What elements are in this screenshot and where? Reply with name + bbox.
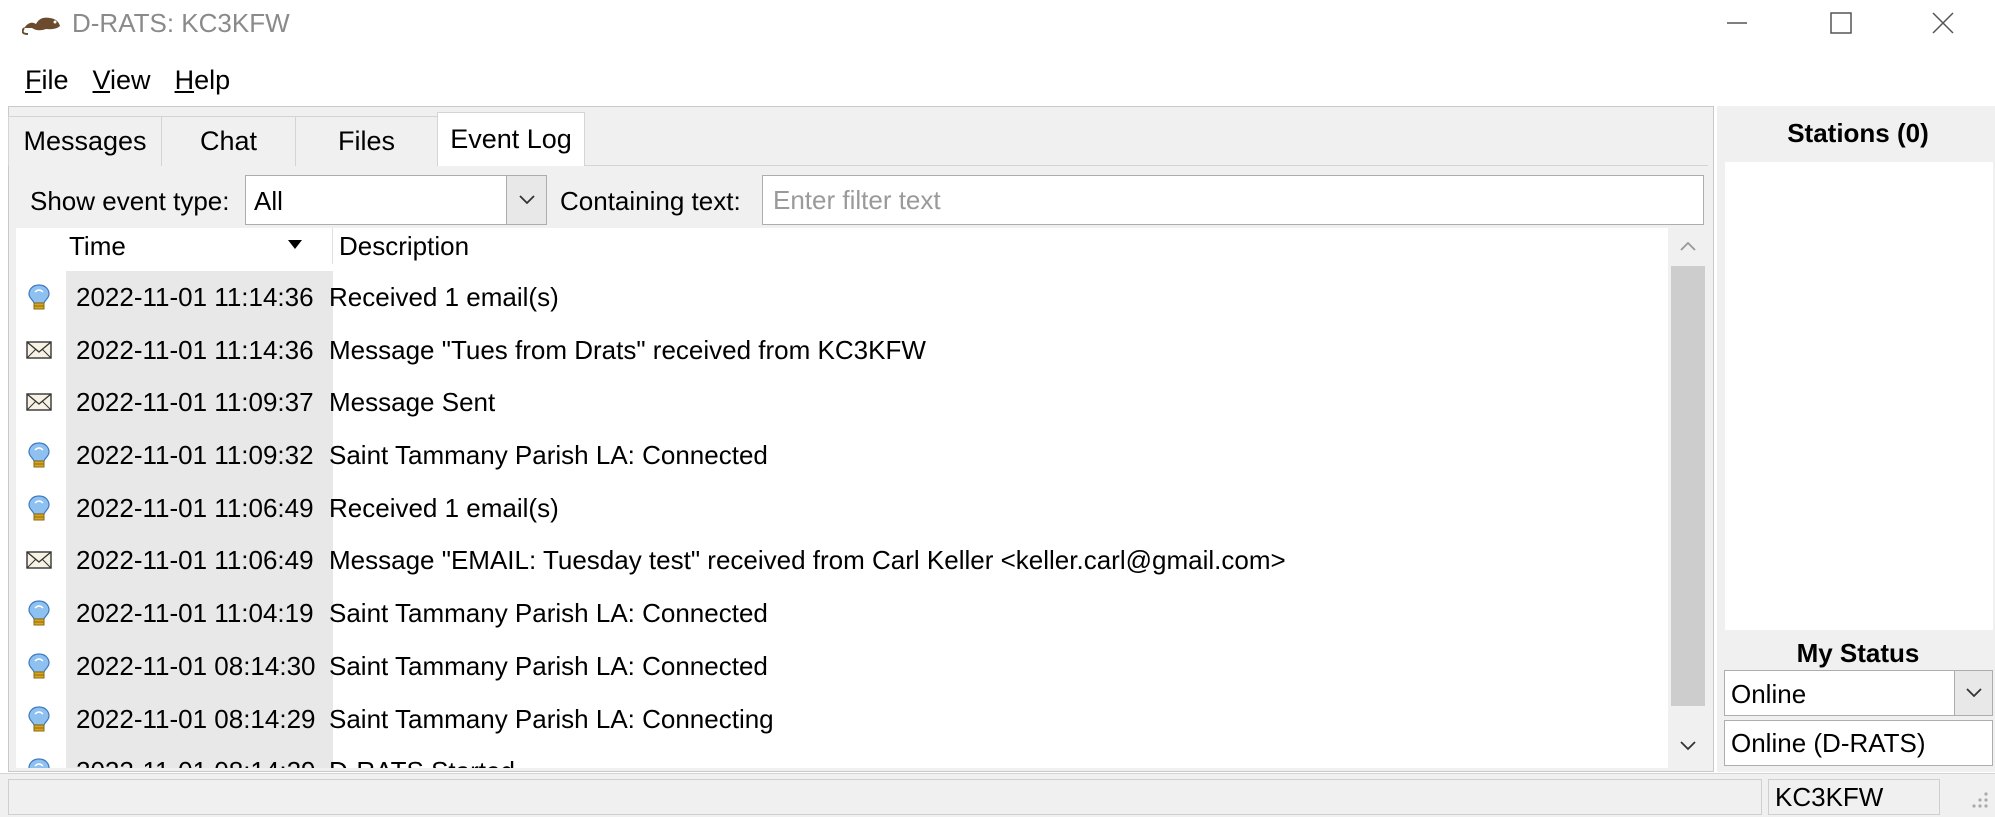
lightbulb-icon bbox=[26, 283, 52, 311]
status-message-input[interactable] bbox=[1724, 720, 1993, 766]
table-row[interactable]: 2022-11-01 11:04:19 Saint Tammany Parish … bbox=[16, 587, 1668, 640]
menu-file-accel: F bbox=[25, 65, 42, 95]
tab-files[interactable]: Files bbox=[295, 116, 438, 166]
event-type-value: All bbox=[254, 186, 283, 216]
event-type-select[interactable]: All bbox=[245, 175, 547, 225]
event-time: 2022-11-01 08:14:30 bbox=[66, 639, 333, 693]
rat-icon bbox=[22, 17, 60, 35]
event-rows: 2022-11-01 11:14:36 Received 1 email(s) 20… bbox=[16, 271, 1668, 768]
envelope-icon bbox=[26, 546, 52, 574]
title-bar: D-RATS: KC3KFW bbox=[0, 0, 1995, 48]
column-header-time-label: Time bbox=[69, 231, 126, 261]
menu-help[interactable]: Help bbox=[163, 60, 243, 100]
tab-files-label: Files bbox=[337, 126, 395, 156]
maximize-icon bbox=[1830, 12, 1852, 34]
window-title: D-RATS: KC3KFW bbox=[72, 8, 290, 38]
table-row[interactable]: 2022-11-01 11:06:49 Received 1 email(s) bbox=[16, 481, 1668, 535]
envelope-icon bbox=[26, 388, 52, 416]
event-description: Message "EMAIL: Tuesday test" received f… bbox=[329, 545, 1286, 576]
event-type-dropdown-button[interactable] bbox=[506, 176, 546, 224]
vertical-scrollbar[interactable] bbox=[1668, 228, 1708, 768]
column-header-description-label: Description bbox=[339, 231, 470, 261]
event-time: 2022-11-01 11:06:49 bbox=[66, 534, 333, 588]
scroll-up-button[interactable] bbox=[1668, 228, 1708, 264]
event-time: 2022-11-01 11:09:32 bbox=[66, 429, 333, 482]
menu-help-label: elp bbox=[194, 65, 231, 95]
lightbulb-icon bbox=[26, 494, 52, 522]
table-row[interactable]: 2022-11-01 08:14:29D-RATS Started bbox=[16, 745, 1668, 768]
maximize-button[interactable] bbox=[1810, 0, 1872, 46]
event-log-table: Time Description 2022-11-01 11:14:36 Rece… bbox=[16, 228, 1668, 768]
event-time: 2022-11-01 08:14:29 bbox=[66, 692, 333, 746]
chevron-down-icon bbox=[518, 195, 535, 205]
table-row[interactable]: 2022-11-01 08:14:29 Saint Tammany Parish … bbox=[16, 692, 1668, 746]
close-icon bbox=[1932, 12, 1954, 34]
event-description: Saint Tammany Parish LA: Connected bbox=[329, 650, 768, 681]
event-description: Received 1 email(s) bbox=[329, 282, 559, 312]
lightbulb-icon bbox=[26, 705, 52, 733]
event-type-label: Show event type: bbox=[30, 186, 230, 216]
chevron-up-icon bbox=[1680, 241, 1696, 251]
event-description: Saint Tammany Parish LA: Connected bbox=[329, 440, 768, 471]
event-description: Saint Tammany Parish LA: Connected bbox=[329, 598, 768, 629]
lightbulb-icon bbox=[26, 441, 52, 469]
table-row[interactable]: 2022-11-01 08:14:30 Saint Tammany Parish … bbox=[16, 639, 1668, 693]
status-bar-callsign: KC3KFW bbox=[1768, 779, 1940, 815]
event-description: Message Sent bbox=[329, 387, 496, 418]
event-time: 2022-11-01 11:14:36 bbox=[66, 271, 333, 324]
containing-text-label: Containing text: bbox=[560, 186, 741, 216]
event-description: Message "Tues from Drats" received from … bbox=[329, 334, 926, 365]
event-description: D-RATS Started bbox=[329, 745, 515, 768]
chevron-down-icon bbox=[1680, 741, 1696, 751]
menu-help-accel: H bbox=[174, 65, 195, 95]
column-header-description[interactable]: Description bbox=[334, 228, 1664, 264]
tab-strip: Messages Chat Files Event Log bbox=[8, 112, 585, 166]
lightbulb-icon bbox=[26, 757, 52, 768]
tab-messages[interactable]: Messages bbox=[8, 116, 162, 166]
menu-file-label: ile bbox=[41, 65, 69, 95]
table-row[interactable]: 2022-11-01 11:14:36 Received 1 email(s) bbox=[16, 271, 1668, 324]
event-time: 2022-11-01 11:09:37 bbox=[66, 376, 333, 430]
event-time: 2022-11-01 11:06:49 bbox=[66, 481, 333, 535]
tab-event-log-label: Event Log bbox=[450, 124, 572, 154]
lightbulb-icon bbox=[26, 599, 52, 627]
chevron-down-icon bbox=[1965, 688, 1982, 698]
scroll-down-button[interactable] bbox=[1668, 728, 1708, 764]
minimize-button[interactable] bbox=[1706, 0, 1768, 46]
menu-bar: File View Help bbox=[0, 60, 242, 100]
my-status-value: Online bbox=[1731, 679, 1807, 709]
lightbulb-icon bbox=[26, 652, 52, 680]
event-time: 2022-11-01 08:14:29 bbox=[66, 745, 333, 768]
menu-file[interactable]: File bbox=[13, 60, 81, 100]
minimize-icon bbox=[1727, 22, 1747, 24]
table-row[interactable]: 2022-11-01 11:14:36 Message "Tues from Dr… bbox=[16, 323, 1668, 377]
stations-list[interactable] bbox=[1725, 162, 1993, 630]
envelope-icon bbox=[26, 336, 52, 364]
menu-view-accel: V bbox=[92, 65, 111, 95]
event-time: 2022-11-01 11:14:36 bbox=[66, 323, 333, 377]
menu-view-label: iew bbox=[110, 65, 151, 95]
status-bar: KC3KFW bbox=[0, 773, 1995, 817]
event-description: Saint Tammany Parish LA: Connecting bbox=[329, 703, 774, 734]
tab-event-log[interactable]: Event Log bbox=[437, 112, 585, 166]
my-status-dropdown-button[interactable] bbox=[1954, 671, 1992, 715]
tab-chat-label: Chat bbox=[199, 126, 258, 156]
menu-view[interactable]: View bbox=[81, 60, 163, 100]
table-row[interactable]: 2022-11-01 11:09:37 Message Sent bbox=[16, 376, 1668, 430]
tab-chat[interactable]: Chat bbox=[161, 116, 296, 166]
stations-title: Stations (0) bbox=[1787, 118, 1929, 148]
tab-messages-label: Messages bbox=[23, 126, 147, 156]
resize-grip-icon[interactable] bbox=[1962, 786, 1990, 814]
table-row[interactable]: 2022-11-01 11:09:32 Saint Tammany Parish … bbox=[16, 429, 1668, 482]
sort-descending-icon bbox=[288, 240, 302, 249]
my-status-select[interactable]: Online bbox=[1724, 670, 1993, 716]
close-button[interactable] bbox=[1912, 0, 1974, 46]
filter-text-input[interactable] bbox=[762, 175, 1704, 225]
event-description: Received 1 email(s) bbox=[329, 492, 559, 523]
scroll-thumb[interactable] bbox=[1671, 266, 1705, 706]
status-bar-message bbox=[8, 779, 1762, 815]
event-time: 2022-11-01 11:04:19 bbox=[66, 587, 333, 640]
my-status-title: My Status bbox=[1796, 638, 1920, 668]
table-row[interactable]: 2022-11-01 11:06:49 Message "EMAIL: Tuesd… bbox=[16, 534, 1668, 588]
